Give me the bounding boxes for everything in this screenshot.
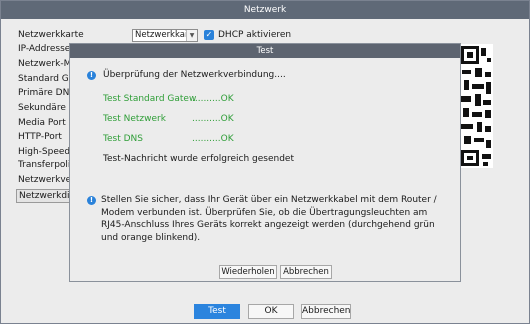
window-title: Netzwerk: [1, 1, 529, 19]
dialog-title: Test: [70, 44, 460, 58]
hint-text: Stellen Sie sicher, dass Ihr Gerät über …: [101, 195, 437, 243]
ok-button[interactable]: OK: [248, 304, 294, 319]
checking-text: Überprüfung der Netzwerkverbindung....: [103, 70, 286, 80]
info-icon: !: [87, 196, 96, 205]
label-primary-dns: Primäre DNS: [18, 88, 70, 98]
test-button[interactable]: Test: [194, 304, 240, 319]
label-high-speed: High-Speed: [18, 147, 70, 157]
qr-code: [459, 44, 493, 168]
check-icon: ✓: [205, 30, 213, 39]
retry-button[interactable]: Wiederholen: [219, 265, 277, 279]
label-network-diagnostics[interactable]: Netzwerkdi: [16, 189, 74, 203]
network-card-value: Netzwerkkai: [135, 30, 188, 40]
result-network-status: ..........OK: [192, 114, 234, 124]
label-secondary-dns: Sekundäre D: [18, 103, 70, 113]
dhcp-checkbox[interactable]: ✓: [204, 30, 214, 40]
result-gateway-label: Test Standard Gatew: [103, 94, 197, 104]
result-dns-label: Test DNS: [103, 134, 143, 144]
label-http-port: HTTP-Port: [18, 132, 62, 142]
label-network-connection: Netzwerkver: [18, 175, 70, 185]
label-transfer-policy: Transferpoli: [18, 160, 70, 170]
result-network-label: Test Netzwerk: [103, 114, 166, 124]
network-card-select[interactable]: Netzwerkkai ▼: [132, 29, 198, 42]
cancel-button[interactable]: Abbrechen: [301, 304, 351, 319]
label-ip-address: IP-Addresse: [18, 44, 70, 54]
test-dialog: Test ! Überprüfung der Netzwerkverbindun…: [69, 43, 461, 282]
label-gateway: Standard Ga: [18, 74, 70, 84]
success-message: Test-Nachricht wurde erfolgreich gesende…: [103, 154, 294, 164]
chevron-down-icon: ▼: [186, 30, 197, 41]
label-network-card: Netzwerkkarte: [18, 30, 84, 40]
dhcp-label: DHCP aktivieren: [218, 30, 292, 40]
dialog-cancel-button[interactable]: Abbrechen: [280, 265, 332, 279]
result-gateway-status: ..........OK: [192, 94, 234, 104]
info-icon: !: [87, 71, 96, 80]
result-dns-status: ..........OK: [192, 134, 234, 144]
label-media-port: Media Port: [18, 118, 66, 128]
label-netmask: Netzwerk-M: [18, 59, 70, 69]
